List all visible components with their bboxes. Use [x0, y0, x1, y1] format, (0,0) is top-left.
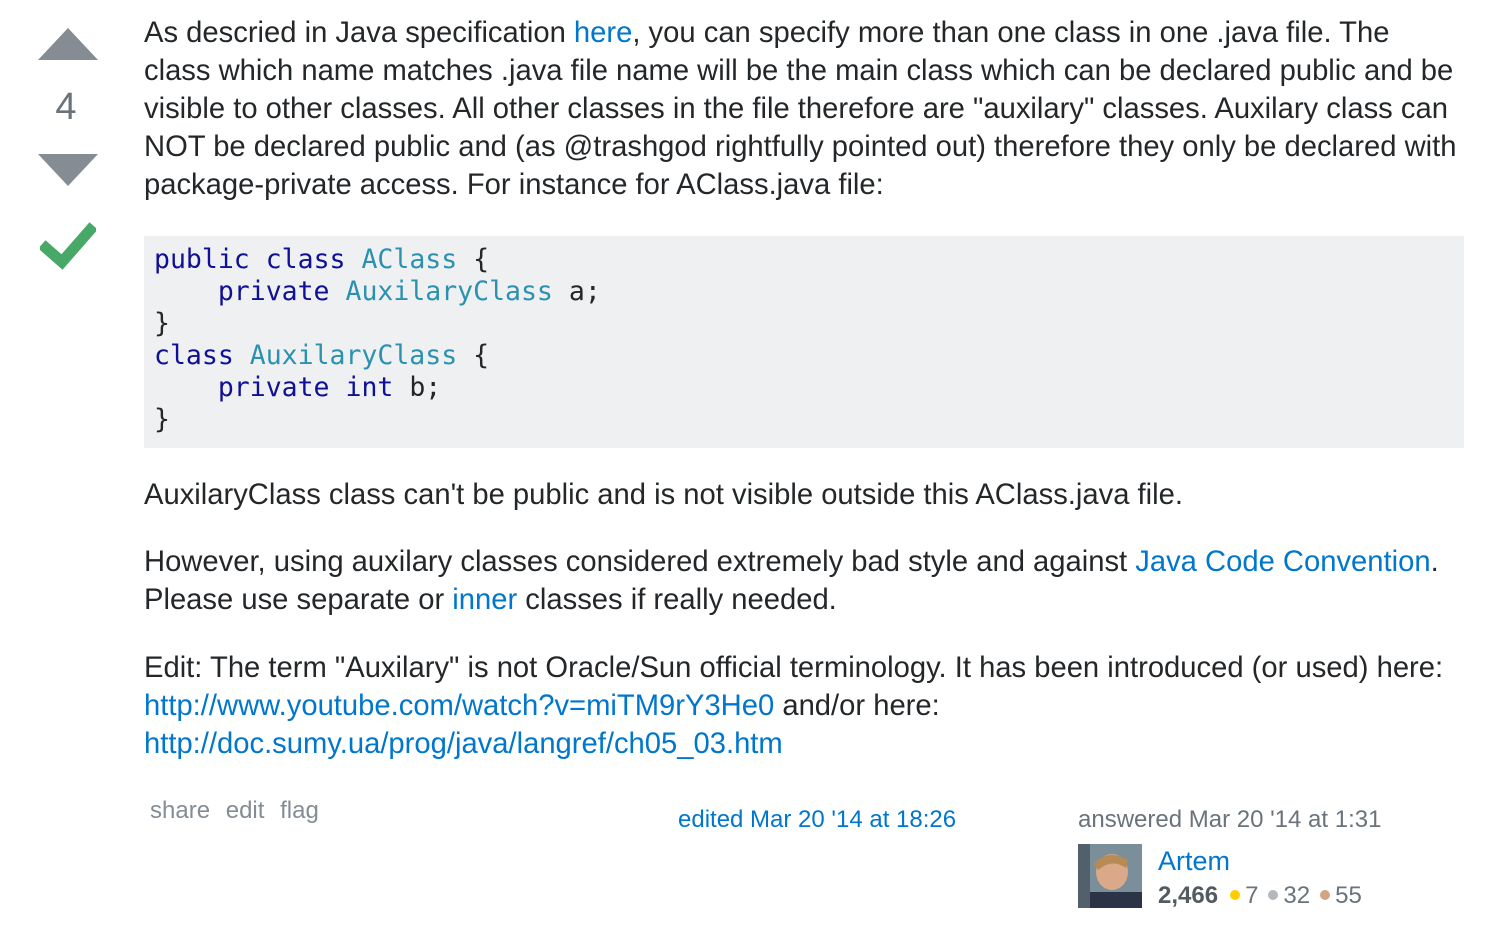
- text: Edit: The term "Auxilary" is not Oracle/…: [144, 652, 1444, 684]
- answered-timestamp: answered Mar 20 '14 at 1:31: [1078, 806, 1382, 833]
- code-type: AuxilaryClass: [345, 276, 553, 307]
- edit-link[interactable]: edit: [226, 797, 265, 824]
- code-type: AClass: [361, 244, 458, 275]
- code-text: b;: [393, 372, 442, 403]
- accepted-checkmark-icon: [38, 222, 98, 272]
- link-here[interactable]: here: [574, 17, 632, 49]
- user-name-link[interactable]: Artem: [1158, 846, 1230, 877]
- code-keyword: class: [265, 244, 346, 275]
- code-keyword: private: [217, 276, 330, 307]
- paragraph-visibility: AuxilaryClass class can't be public and …: [144, 479, 1183, 511]
- code-type: AuxilaryClass: [249, 340, 458, 371]
- paragraph-edit: Edit: The term "Auxilary" is not Oracle/…: [144, 649, 1464, 763]
- gold-badge-icon: [1230, 890, 1241, 900]
- downvote-arrow-icon[interactable]: [38, 154, 98, 186]
- user-stats: 2,466 7 32 55: [1158, 882, 1372, 910]
- text: As descried in Java specification: [144, 17, 574, 49]
- link-youtube[interactable]: http://www.youtube.com/watch?v=miTM9rY3H…: [144, 690, 774, 722]
- upvote-arrow-icon[interactable]: [38, 28, 98, 60]
- paragraph-intro: As descried in Java specification here, …: [144, 14, 1464, 204]
- paragraph-style: However, using auxilary classes consider…: [144, 543, 1464, 619]
- code-text: }: [154, 404, 170, 435]
- edited-timestamp-link[interactable]: edited Mar 20 '14 at 18:26: [678, 806, 956, 834]
- text: classes if really needed.: [517, 584, 837, 616]
- text: However, using auxilary classes consider…: [144, 546, 1136, 578]
- silver-badge-icon: [1268, 890, 1279, 900]
- avatar[interactable]: [1078, 844, 1142, 908]
- bronze-badge-icon: [1320, 890, 1331, 900]
- flag-link[interactable]: flag: [280, 797, 319, 824]
- silver-badge-count: 32: [1283, 882, 1311, 909]
- link-doc[interactable]: http://doc.sumy.ua/prog/java/langref/ch0…: [144, 728, 783, 760]
- code-keyword: private: [217, 372, 330, 403]
- answer-body: As descried in Java specification here, …: [144, 14, 1464, 763]
- reputation-score: 2,466: [1158, 882, 1219, 909]
- code-text: }: [154, 308, 170, 339]
- bronze-badge-count: 55: [1335, 882, 1362, 909]
- link-inner[interactable]: inner: [452, 584, 517, 616]
- share-link[interactable]: share: [150, 797, 210, 824]
- link-java-code-convention[interactable]: Java Code Convention: [1135, 546, 1430, 578]
- vote-count: 4: [55, 86, 77, 128]
- code-text: a;: [552, 276, 601, 307]
- code-keyword: int: [345, 372, 394, 403]
- code-text: {: [457, 340, 490, 371]
- gold-badge-count: 7: [1245, 882, 1259, 909]
- code-keyword: public: [154, 244, 250, 275]
- post-menu: share edit flag: [150, 797, 328, 825]
- text: and/or here:: [774, 690, 940, 722]
- code-keyword: class: [154, 340, 234, 371]
- code-block: public class AClass { private AuxilaryCl…: [144, 236, 1464, 448]
- code-text: {: [457, 244, 490, 275]
